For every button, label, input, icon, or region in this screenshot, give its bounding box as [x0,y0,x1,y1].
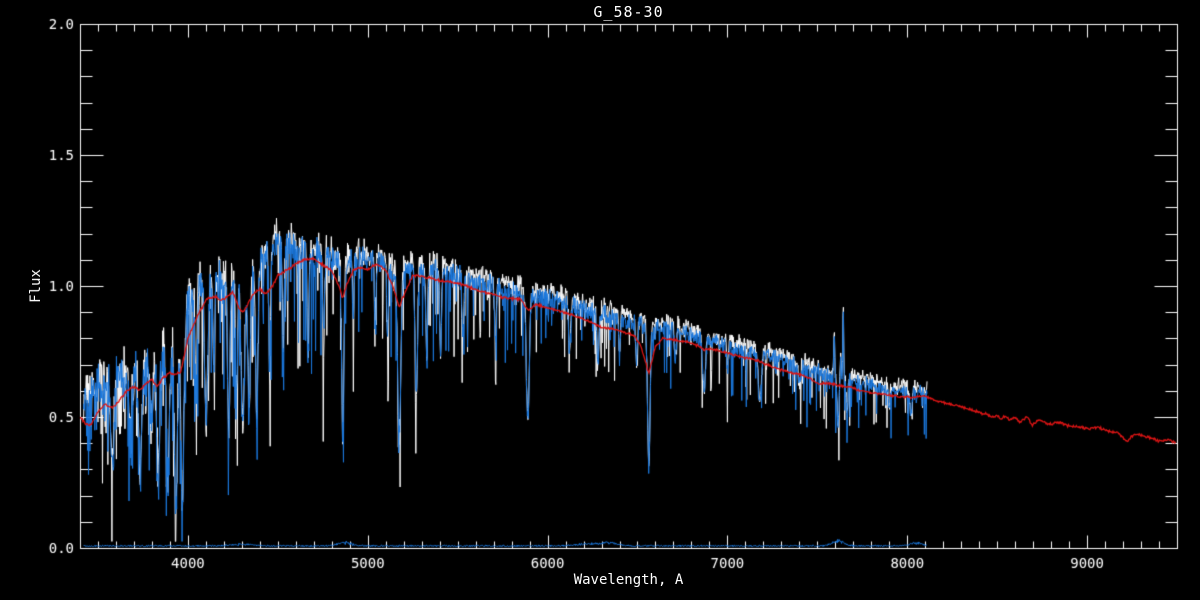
chart-title: G_58-30 [593,3,664,21]
plot-canvas [0,0,1200,600]
y-axis-label: Flux [28,269,44,303]
spectrum-chart: G_58-30 Wavelength, A Flux [0,0,1200,600]
x-axis-label: Wavelength, A [573,572,684,588]
